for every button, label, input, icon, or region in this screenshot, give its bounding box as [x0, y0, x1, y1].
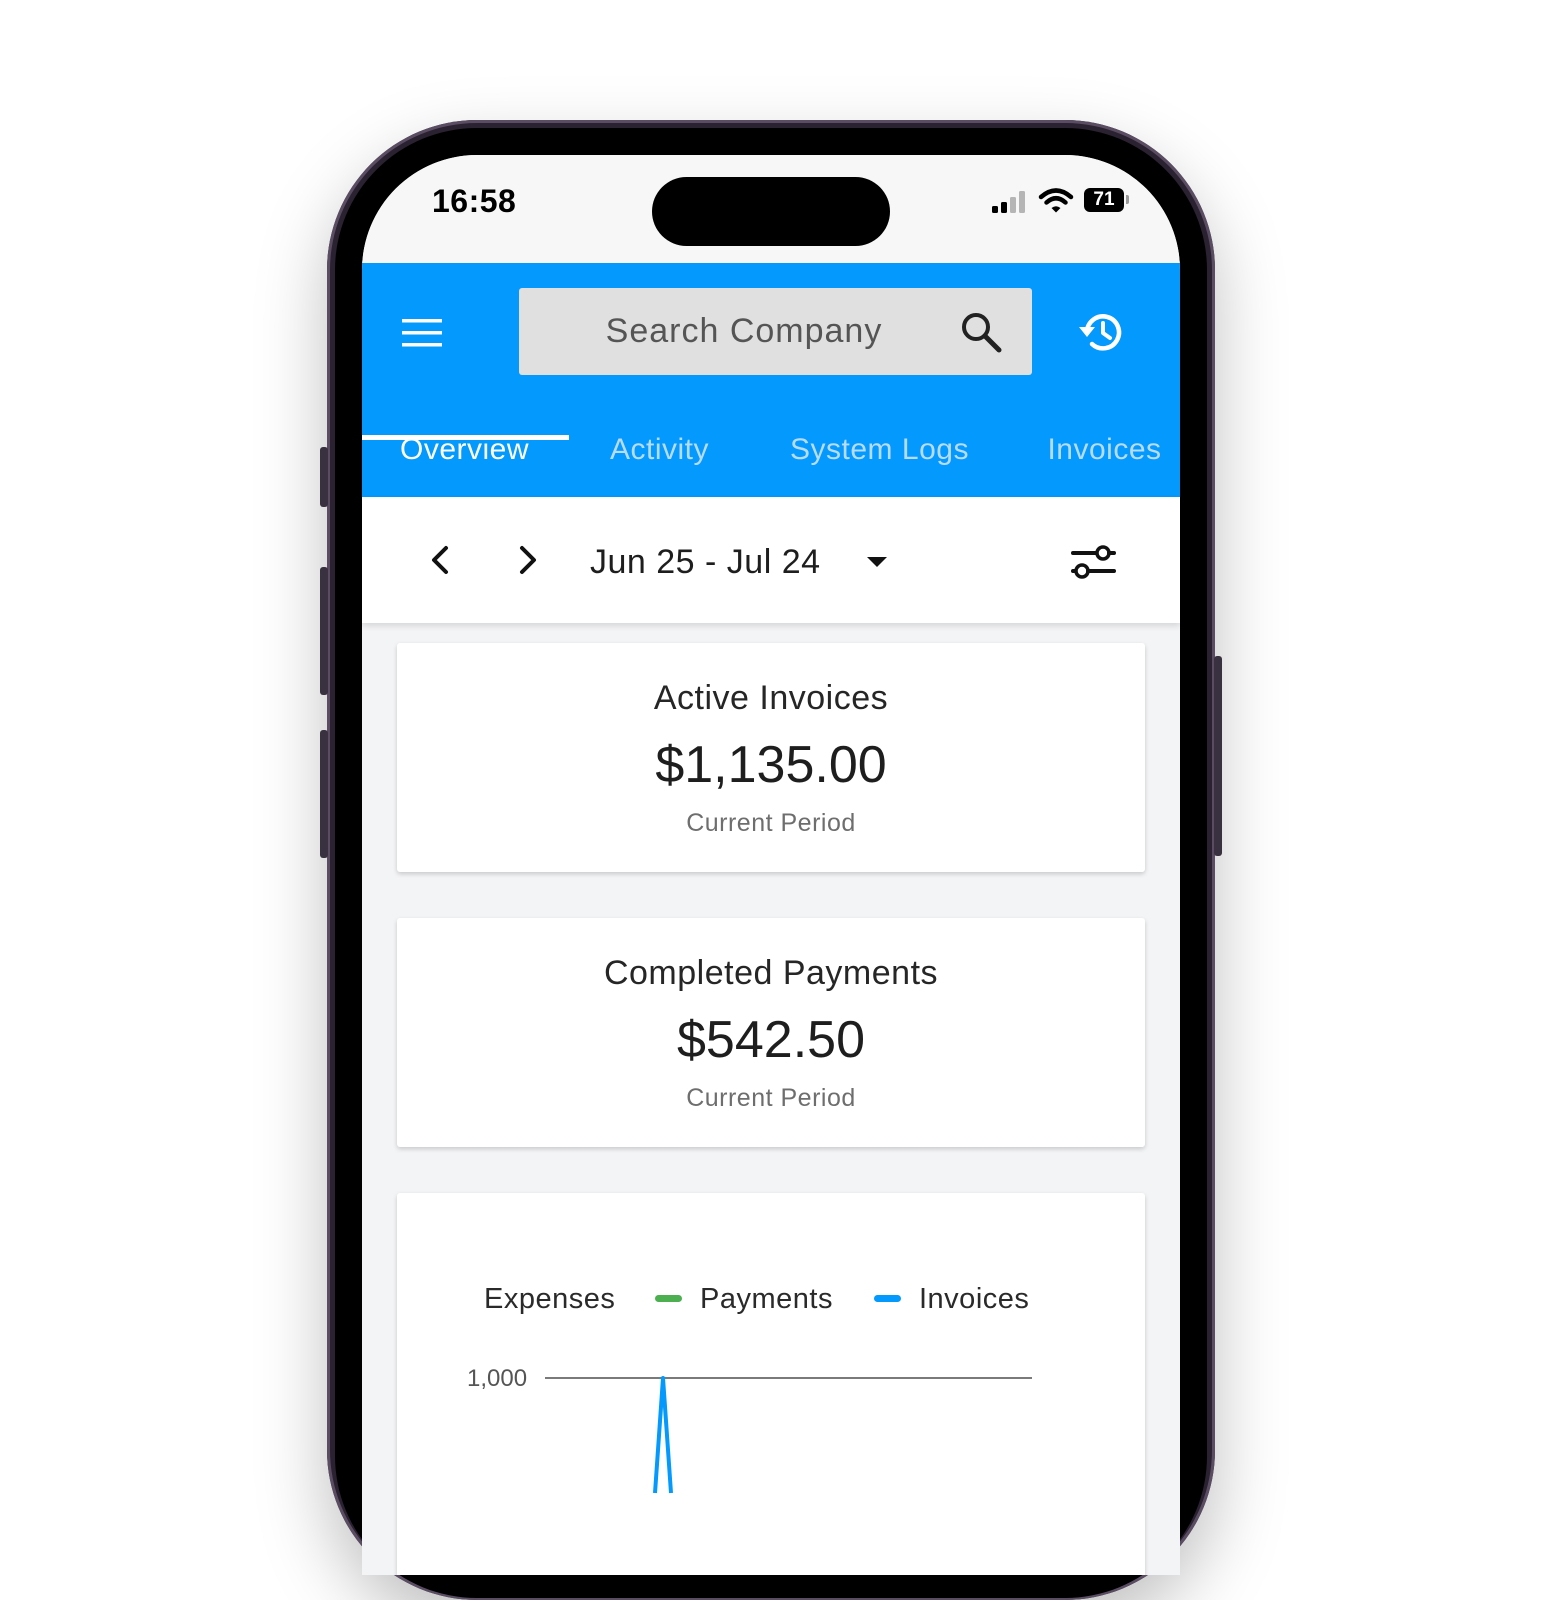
status-bar: 16:58 71 — [362, 155, 1180, 263]
chevron-right-icon[interactable] — [510, 540, 546, 580]
history-clock-icon — [1079, 314, 1122, 351]
sliders-icon[interactable] — [1069, 540, 1117, 584]
date-range-label[interactable]: Jun 25 - Jul 24 — [590, 543, 821, 582]
search-input[interactable] — [519, 288, 959, 375]
card-value: $542.50 — [677, 1011, 865, 1069]
y-tick-label: 1,000 — [467, 1365, 527, 1392]
tab-overview[interactable]: Overview — [382, 421, 547, 493]
line-chart: Expenses Payments Invoices 1,000 — [467, 1283, 1032, 1494]
volume-up-button — [320, 567, 328, 695]
chart-legend: Expenses Payments Invoices — [484, 1283, 1029, 1315]
invoices-series-line — [653, 1376, 673, 1494]
tab-invoices[interactable]: Invoices — [1032, 421, 1177, 493]
dropdown-arrow-icon[interactable] — [865, 555, 889, 569]
battery-cap — [1126, 195, 1129, 204]
card-value: $1,135.00 — [655, 736, 887, 794]
action-button — [320, 447, 328, 507]
legend-label-payments[interactable]: Payments — [700, 1283, 833, 1315]
battery-indicator: 71 — [1084, 188, 1124, 212]
tab-system-logs[interactable]: System Logs — [767, 421, 992, 493]
legend-label-expenses[interactable]: Expenses — [484, 1283, 615, 1315]
tab-bar: Overview Activity System Logs Invoices — [362, 421, 1180, 497]
active-invoices-card[interactable]: Active Invoices $1,135.00 Current Period — [397, 643, 1145, 872]
power-button — [1214, 656, 1222, 856]
card-title: Completed Payments — [603, 954, 939, 992]
active-tab-indicator — [362, 435, 569, 440]
status-time: 16:58 — [432, 183, 517, 219]
hamburger-menu-icon — [402, 319, 442, 347]
card-title: Active Invoices — [653, 679, 889, 717]
chart-card: Expenses Payments Invoices 1,000 — [397, 1193, 1145, 1575]
legend-swatch-invoices — [874, 1295, 901, 1302]
card-subtitle: Current Period — [686, 1084, 856, 1112]
search-icon[interactable] — [959, 310, 1003, 354]
legend-label-invoices[interactable]: Invoices — [919, 1283, 1029, 1315]
chevron-left-icon[interactable] — [422, 540, 458, 580]
history-button[interactable] — [1076, 309, 1126, 355]
app-bar: Overview Activity System Logs Invoices — [362, 263, 1180, 497]
menu-button[interactable] — [400, 315, 444, 351]
wifi-icon — [1038, 188, 1074, 213]
card-subtitle: Current Period — [686, 809, 856, 837]
dynamic-island — [652, 177, 890, 246]
legend-swatch-payments — [655, 1295, 682, 1302]
date-range-bar: Jun 25 - Jul 24 — [362, 497, 1180, 623]
phone-screen: 16:58 71 Search Company Overview Activit… — [362, 155, 1180, 1575]
status-icons: 71 — [990, 185, 1140, 217]
search-bar — [519, 288, 1032, 375]
cellular-signal-icon — [992, 191, 1025, 213]
volume-down-button — [320, 730, 328, 858]
completed-payments-card[interactable]: Completed Payments $542.50 Current Perio… — [397, 918, 1145, 1147]
tab-activity[interactable]: Activity — [587, 421, 732, 493]
